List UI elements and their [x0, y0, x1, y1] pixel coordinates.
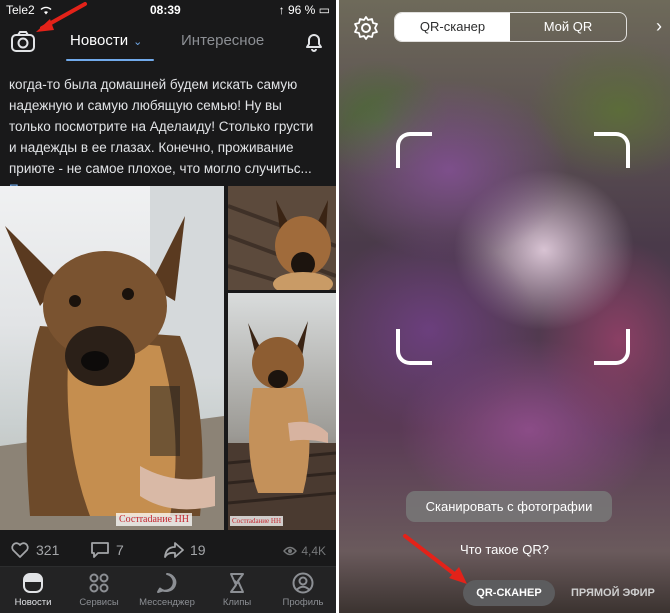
tab-interesting[interactable]: Интересное	[181, 32, 264, 49]
battery-indicator: ↑ 96 % ▭	[278, 3, 330, 17]
shares-count: 19	[190, 542, 206, 558]
scan-frame-corner	[594, 132, 630, 168]
dog-photo-image	[228, 186, 336, 290]
shelter-watermark-small: Состradание НН	[230, 516, 284, 526]
nav-news[interactable]: Новости	[0, 571, 66, 608]
annotation-arrow	[36, 2, 87, 32]
likes-count: 321	[36, 542, 60, 558]
chevron-down-icon: ⌄	[133, 36, 143, 48]
feed-screen: Tele2 08:39 ↑ 96 % ▭ Новости ⌄ Интересное…	[0, 0, 336, 613]
active-tab-indicator	[66, 59, 154, 61]
heart-icon	[11, 542, 29, 558]
scanner-mode-switch: QR-сканер Мой QR	[394, 12, 627, 42]
views-counter: 4,4K	[283, 544, 326, 558]
post-photo-main[interactable]: Состradание НН	[0, 186, 224, 530]
post-line: только посмотрите на Аделаиду! Столько г…	[9, 119, 314, 134]
nav-messenger[interactable]: Мессенджер	[134, 571, 200, 608]
shelter-watermark: Состradание НН	[116, 513, 193, 526]
what-is-qr-link[interactable]: Что такое QR?	[339, 542, 670, 557]
comment-button[interactable]: 7	[90, 541, 124, 559]
nav-clips[interactable]: Клипы	[204, 571, 270, 608]
scan-from-photo-button[interactable]: Сканировать с фотографии	[406, 491, 612, 522]
news-icon	[23, 573, 43, 593]
post-line: приюте - не самое плохое, что могло случ…	[9, 161, 312, 176]
services-icon	[89, 573, 109, 593]
clock: 08:39	[150, 3, 181, 17]
post-line-clipped	[9, 64, 330, 74]
gear-icon[interactable]	[353, 15, 379, 41]
profile-icon	[292, 572, 314, 594]
scan-frame-corner	[594, 329, 630, 365]
bottom-navigation: Новости Сервисы Мессенджер Клипы Профиль	[0, 566, 336, 613]
nav-services[interactable]: Сервисы	[66, 571, 132, 608]
eye-icon	[283, 546, 298, 556]
messenger-icon	[157, 573, 177, 593]
post-line: и надежды в ее глазах. Конечно, проживан…	[9, 140, 294, 155]
annotation-arrow	[403, 534, 467, 584]
comment-icon	[91, 542, 109, 558]
tab-my-qr[interactable]: Мой QR	[510, 13, 626, 41]
share-button[interactable]: 19	[164, 541, 206, 559]
post-line: надежную и самую любящую семью! Ну вы	[9, 98, 282, 113]
qr-scanner-screen: QR-сканер Мой QR › Сканировать с фотогра…	[339, 0, 670, 613]
mode-live-stream[interactable]: ПРЯМОЙ ЭФИР	[571, 580, 670, 606]
chevron-right-icon[interactable]: ›	[656, 16, 662, 37]
comments-count: 7	[116, 542, 124, 558]
like-button[interactable]: 321	[10, 541, 59, 559]
post-photo-3[interactable]: Состradание НН	[228, 293, 336, 530]
dog-photo-image	[228, 321, 336, 530]
post-line: когда-то была домашней будем искать саму…	[9, 77, 298, 92]
post-text: когда-то была домашней будем искать саму…	[9, 64, 330, 200]
scan-frame-corner	[396, 329, 432, 365]
post-actions: 321 7 19 4,4K	[0, 536, 336, 566]
scan-frame-corner	[396, 132, 432, 168]
share-icon	[164, 542, 184, 558]
nav-profile[interactable]: Профиль	[270, 571, 336, 608]
dog-photo-image	[0, 186, 224, 530]
tab-qr-scanner[interactable]: QR-сканер	[395, 13, 510, 41]
clips-icon	[230, 573, 244, 593]
post-photo-2[interactable]	[228, 186, 336, 290]
bell-icon[interactable]	[302, 30, 326, 54]
